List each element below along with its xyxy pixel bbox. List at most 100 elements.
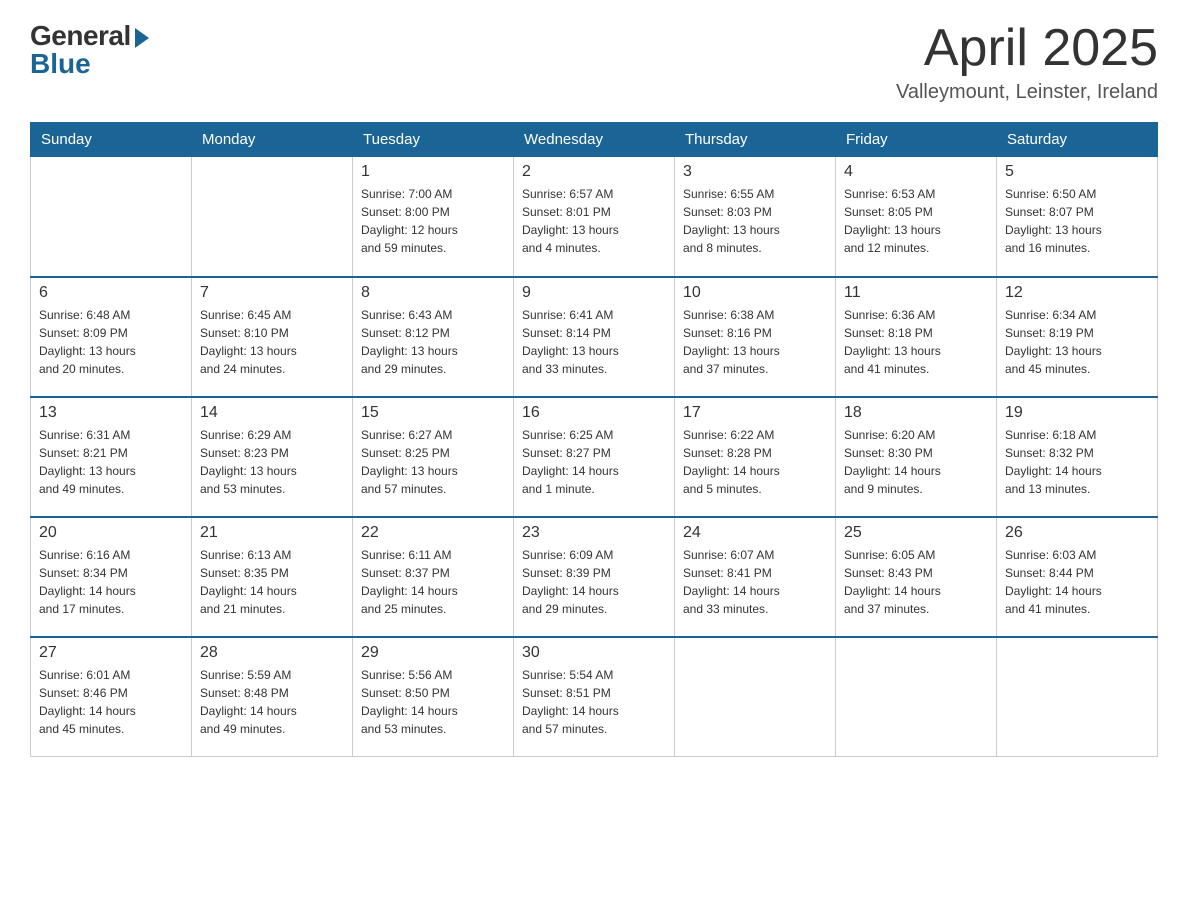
calendar-cell: 13Sunrise: 6:31 AM Sunset: 8:21 PM Dayli… <box>31 397 192 517</box>
cell-day-number: 20 <box>39 524 183 542</box>
calendar-week-row: 1Sunrise: 7:00 AM Sunset: 8:00 PM Daylig… <box>31 157 1158 277</box>
weekday-header-row: SundayMondayTuesdayWednesdayThursdayFrid… <box>31 123 1158 157</box>
weekday-header-tuesday: Tuesday <box>353 123 514 157</box>
cell-info-text: Sunrise: 6:07 AM Sunset: 8:41 PM Dayligh… <box>683 546 827 618</box>
weekday-header-thursday: Thursday <box>675 123 836 157</box>
cell-day-number: 14 <box>200 404 344 422</box>
calendar-cell: 24 Sunrise: 6:07 AM Sunset: 8:41 PM Dayli… <box>675 517 836 637</box>
calendar-cell: 21 Sunrise: 6:13 AM Sunset: 8:35 PM Dayli… <box>192 517 353 637</box>
cell-info-text: Sunrise: 6:03 AM Sunset: 8:44 PM Dayligh… <box>1005 546 1149 618</box>
calendar-cell: 12 Sunrise: 6:34 AM Sunset: 8:19 PM Dayli… <box>997 277 1158 397</box>
calendar-cell: 18Sunrise: 6:20 AM Sunset: 8:30 PM Dayli… <box>836 397 997 517</box>
cell-day-number: 19 <box>1005 404 1149 422</box>
cell-day-number: 28 <box>200 644 344 662</box>
cell-day-number: 4 <box>844 163 988 181</box>
cell-day-number: 29 <box>361 644 505 662</box>
calendar-cell: 2 Sunrise: 6:57 AM Sunset: 8:01 PM Daylig… <box>514 157 675 277</box>
logo: General Blue <box>30 20 149 80</box>
cell-day-number: 12 <box>1005 284 1149 302</box>
page-subtitle: Valleymount, Leinster, Ireland <box>896 81 1158 104</box>
cell-info-text: Sunrise: 6:50 AM Sunset: 8:07 PM Dayligh… <box>1005 185 1149 257</box>
calendar-cell: 22Sunrise: 6:11 AM Sunset: 8:37 PM Dayli… <box>353 517 514 637</box>
calendar-cell: 28 Sunrise: 5:59 AM Sunset: 8:48 PM Dayli… <box>192 637 353 757</box>
calendar-table: SundayMondayTuesdayWednesdayThursdayFrid… <box>30 122 1158 757</box>
calendar-cell: 3 Sunrise: 6:55 AM Sunset: 8:03 PM Daylig… <box>675 157 836 277</box>
calendar-week-row: 13Sunrise: 6:31 AM Sunset: 8:21 PM Dayli… <box>31 397 1158 517</box>
cell-info-text: Sunrise: 6:57 AM Sunset: 8:01 PM Dayligh… <box>522 185 666 257</box>
cell-day-number: 21 <box>200 524 344 542</box>
weekday-header-sunday: Sunday <box>31 123 192 157</box>
calendar-cell: 17 Sunrise: 6:22 AM Sunset: 8:28 PM Dayli… <box>675 397 836 517</box>
cell-day-number: 15 <box>361 404 505 422</box>
calendar-cell: 26 Sunrise: 6:03 AM Sunset: 8:44 PM Dayli… <box>997 517 1158 637</box>
calendar-cell: 4 Sunrise: 6:53 AM Sunset: 8:05 PM Daylig… <box>836 157 997 277</box>
cell-info-text: Sunrise: 6:27 AM Sunset: 8:25 PM Dayligh… <box>361 426 505 498</box>
calendar-cell: 25 Sunrise: 6:05 AM Sunset: 8:43 PM Dayli… <box>836 517 997 637</box>
calendar-cell: 8Sunrise: 6:43 AM Sunset: 8:12 PM Daylig… <box>353 277 514 397</box>
calendar-cell: 10Sunrise: 6:38 AM Sunset: 8:16 PM Dayli… <box>675 277 836 397</box>
calendar-cell: 23 Sunrise: 6:09 AM Sunset: 8:39 PM Dayli… <box>514 517 675 637</box>
cell-info-text: Sunrise: 6:34 AM Sunset: 8:19 PM Dayligh… <box>1005 306 1149 378</box>
cell-info-text: Sunrise: 6:38 AM Sunset: 8:16 PM Dayligh… <box>683 306 827 378</box>
cell-info-text: Sunrise: 6:16 AM Sunset: 8:34 PM Dayligh… <box>39 546 183 618</box>
cell-info-text: Sunrise: 6:45 AM Sunset: 8:10 PM Dayligh… <box>200 306 344 378</box>
cell-day-number: 16 <box>522 404 666 422</box>
cell-info-text: Sunrise: 6:48 AM Sunset: 8:09 PM Dayligh… <box>39 306 183 378</box>
weekday-header-wednesday: Wednesday <box>514 123 675 157</box>
calendar-cell: 14 Sunrise: 6:29 AM Sunset: 8:23 PM Dayli… <box>192 397 353 517</box>
calendar-cell <box>997 637 1158 757</box>
cell-info-text: Sunrise: 7:00 AM Sunset: 8:00 PM Dayligh… <box>361 185 505 257</box>
cell-info-text: Sunrise: 6:05 AM Sunset: 8:43 PM Dayligh… <box>844 546 988 618</box>
calendar-week-row: 20 Sunrise: 6:16 AM Sunset: 8:34 PM Dayli… <box>31 517 1158 637</box>
cell-info-text: Sunrise: 6:53 AM Sunset: 8:05 PM Dayligh… <box>844 185 988 257</box>
cell-info-text: Sunrise: 6:43 AM Sunset: 8:12 PM Dayligh… <box>361 306 505 378</box>
cell-info-text: Sunrise: 6:13 AM Sunset: 8:35 PM Dayligh… <box>200 546 344 618</box>
calendar-cell: 9Sunrise: 6:41 AM Sunset: 8:14 PM Daylig… <box>514 277 675 397</box>
cell-day-number: 7 <box>200 284 344 302</box>
title-block: April 2025 Valleymount, Leinster, Irelan… <box>896 20 1158 104</box>
calendar-cell: 7 Sunrise: 6:45 AM Sunset: 8:10 PM Daylig… <box>192 277 353 397</box>
cell-info-text: Sunrise: 6:55 AM Sunset: 8:03 PM Dayligh… <box>683 185 827 257</box>
calendar-cell <box>192 157 353 277</box>
cell-info-text: Sunrise: 6:25 AM Sunset: 8:27 PM Dayligh… <box>522 426 666 498</box>
calendar-cell: 19 Sunrise: 6:18 AM Sunset: 8:32 PM Dayli… <box>997 397 1158 517</box>
page-header: General Blue April 2025 Valleymount, Lei… <box>30 20 1158 104</box>
cell-info-text: Sunrise: 6:01 AM Sunset: 8:46 PM Dayligh… <box>39 666 183 738</box>
cell-day-number: 26 <box>1005 524 1149 542</box>
calendar-week-row: 6Sunrise: 6:48 AM Sunset: 8:09 PM Daylig… <box>31 277 1158 397</box>
calendar-cell: 20 Sunrise: 6:16 AM Sunset: 8:34 PM Dayli… <box>31 517 192 637</box>
cell-info-text: Sunrise: 6:29 AM Sunset: 8:23 PM Dayligh… <box>200 426 344 498</box>
calendar-cell: 11 Sunrise: 6:36 AM Sunset: 8:18 PM Dayli… <box>836 277 997 397</box>
logo-blue-text: Blue <box>30 48 91 80</box>
cell-day-number: 9 <box>522 284 666 302</box>
cell-day-number: 25 <box>844 524 988 542</box>
cell-info-text: Sunrise: 5:54 AM Sunset: 8:51 PM Dayligh… <box>522 666 666 738</box>
calendar-cell: 27 Sunrise: 6:01 AM Sunset: 8:46 PM Dayli… <box>31 637 192 757</box>
cell-day-number: 13 <box>39 404 183 422</box>
weekday-header-friday: Friday <box>836 123 997 157</box>
cell-day-number: 27 <box>39 644 183 662</box>
calendar-cell: 29Sunrise: 5:56 AM Sunset: 8:50 PM Dayli… <box>353 637 514 757</box>
logo-arrow-icon <box>135 28 149 48</box>
cell-info-text: Sunrise: 6:18 AM Sunset: 8:32 PM Dayligh… <box>1005 426 1149 498</box>
calendar-cell <box>836 637 997 757</box>
calendar-cell <box>675 637 836 757</box>
cell-info-text: Sunrise: 6:20 AM Sunset: 8:30 PM Dayligh… <box>844 426 988 498</box>
calendar-cell: 15 Sunrise: 6:27 AM Sunset: 8:25 PM Dayli… <box>353 397 514 517</box>
cell-day-number: 5 <box>1005 163 1149 181</box>
cell-day-number: 2 <box>522 163 666 181</box>
cell-day-number: 17 <box>683 404 827 422</box>
cell-info-text: Sunrise: 6:36 AM Sunset: 8:18 PM Dayligh… <box>844 306 988 378</box>
cell-day-number: 11 <box>844 284 988 302</box>
cell-info-text: Sunrise: 5:59 AM Sunset: 8:48 PM Dayligh… <box>200 666 344 738</box>
calendar-cell: 5 Sunrise: 6:50 AM Sunset: 8:07 PM Daylig… <box>997 157 1158 277</box>
calendar-cell: 16 Sunrise: 6:25 AM Sunset: 8:27 PM Dayli… <box>514 397 675 517</box>
cell-info-text: Sunrise: 6:22 AM Sunset: 8:28 PM Dayligh… <box>683 426 827 498</box>
cell-day-number: 24 <box>683 524 827 542</box>
cell-day-number: 23 <box>522 524 666 542</box>
cell-info-text: Sunrise: 6:09 AM Sunset: 8:39 PM Dayligh… <box>522 546 666 618</box>
calendar-cell: 1Sunrise: 7:00 AM Sunset: 8:00 PM Daylig… <box>353 157 514 277</box>
calendar-cell: 30Sunrise: 5:54 AM Sunset: 8:51 PM Dayli… <box>514 637 675 757</box>
cell-day-number: 3 <box>683 163 827 181</box>
calendar-cell: 6Sunrise: 6:48 AM Sunset: 8:09 PM Daylig… <box>31 277 192 397</box>
